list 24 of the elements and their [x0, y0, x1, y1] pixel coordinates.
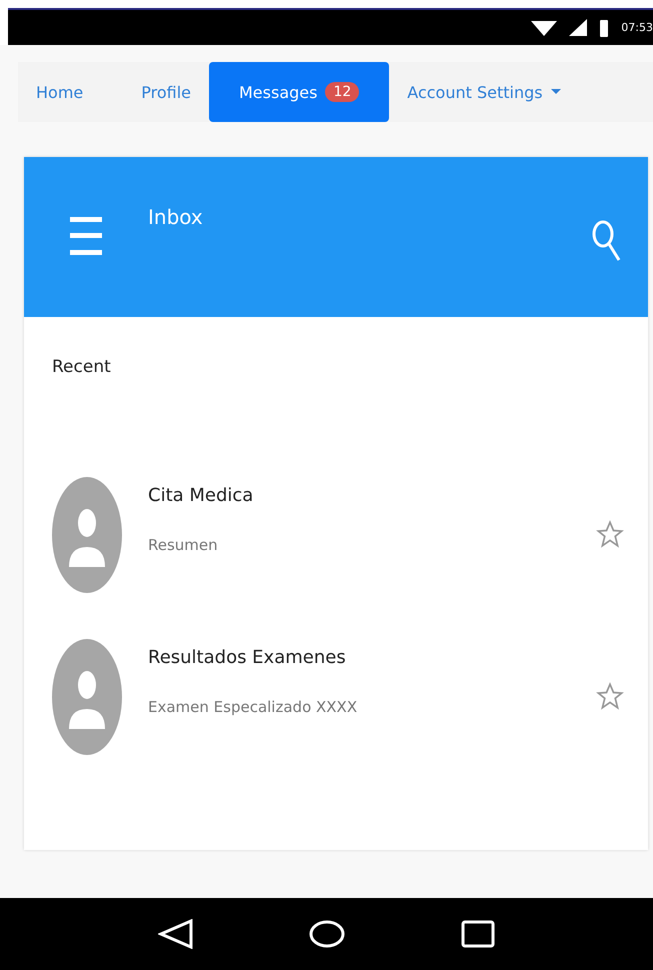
battery-icon	[599, 18, 610, 36]
recents-icon[interactable]	[461, 920, 496, 948]
home-icon[interactable]	[309, 920, 346, 948]
star-icon[interactable]	[596, 519, 624, 549]
back-icon[interactable]	[158, 919, 194, 949]
wifi-icon	[531, 18, 558, 36]
avatar-icon	[52, 639, 122, 755]
star-icon[interactable]	[596, 681, 624, 711]
message-title: Resultados Examenes	[148, 647, 347, 668]
avatar-icon	[52, 477, 122, 593]
nav-tab[interactable]: Messages 12	[209, 62, 390, 122]
count-badge: 12	[325, 82, 360, 102]
message-preview: Examen Especalizado XXXX	[148, 698, 358, 716]
clock-time: 07:53	[621, 21, 653, 34]
signal-icon	[569, 18, 588, 36]
nav-tab[interactable]: Home	[18, 62, 102, 122]
menu-icon[interactable]	[70, 217, 102, 255]
nav-tab[interactable]: Account Settings	[389, 62, 579, 122]
search-icon[interactable]	[590, 219, 622, 263]
app-title: Inbox	[148, 205, 204, 229]
nav-tab[interactable]: Profile	[123, 62, 209, 122]
message-title: Cita Medica	[148, 485, 254, 506]
message-preview: Resumen	[148, 536, 219, 554]
section-heading: Recent	[52, 357, 112, 377]
